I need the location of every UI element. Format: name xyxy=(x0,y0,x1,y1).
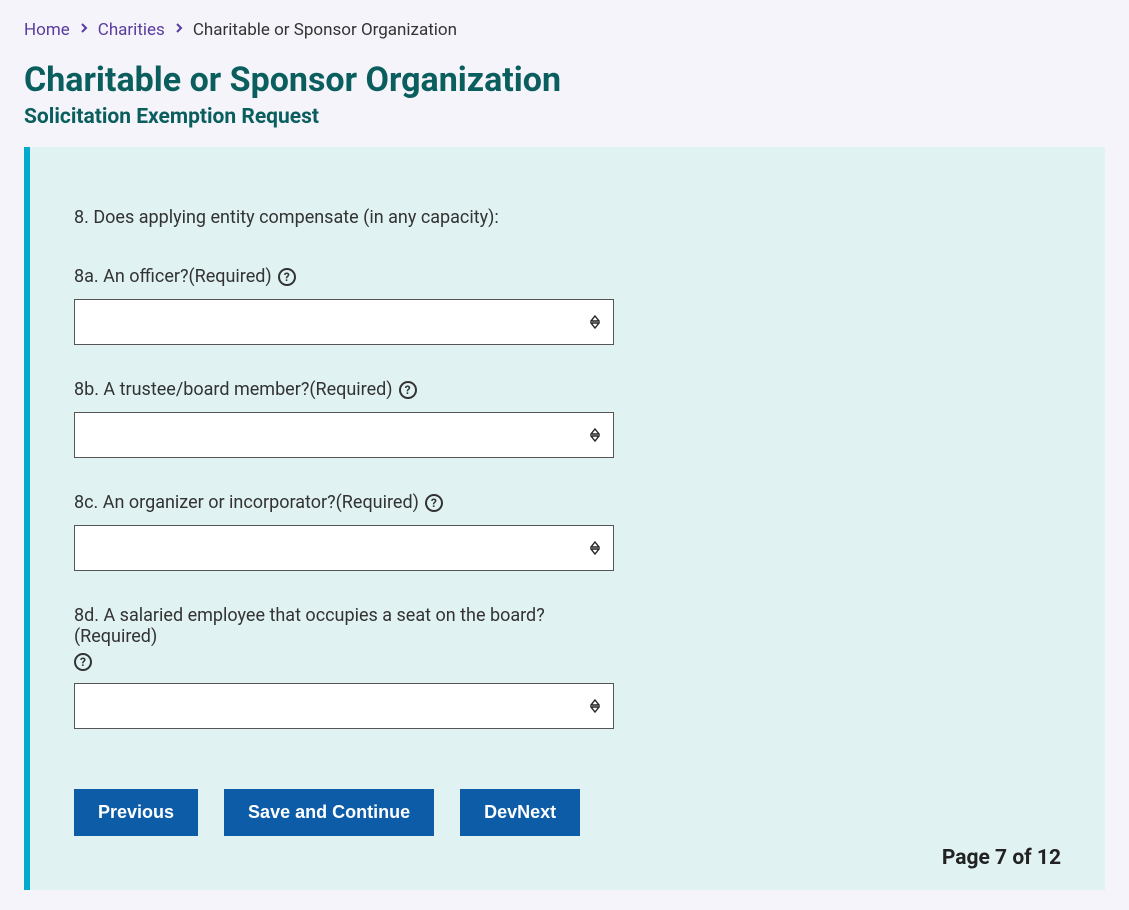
chevron-right-icon xyxy=(175,22,183,38)
label-8d: 8d. A salaried employee that occupies a … xyxy=(74,605,614,647)
previous-button[interactable]: Previous xyxy=(74,789,198,836)
label-8a: 8a. An officer?(Required) xyxy=(74,266,272,287)
select-8c[interactable] xyxy=(74,525,614,571)
select-8a[interactable] xyxy=(74,299,614,345)
page-subtitle: Solicitation Exemption Request xyxy=(24,105,1105,129)
field-8d: 8d. A salaried employee that occupies a … xyxy=(74,605,614,729)
help-icon[interactable]: ? xyxy=(425,494,443,512)
page-title: Charitable or Sponsor Organization xyxy=(24,60,1105,100)
field-8a: 8a. An officer?(Required) ? xyxy=(74,266,614,345)
breadcrumb-charities[interactable]: Charities xyxy=(98,20,165,40)
select-8d[interactable] xyxy=(74,683,614,729)
save-continue-button[interactable]: Save and Continue xyxy=(224,789,434,836)
label-8c: 8c. An organizer or incorporator?(Requir… xyxy=(74,492,419,513)
help-icon[interactable]: ? xyxy=(399,381,417,399)
field-8b: 8b. A trustee/board member?(Required) ? xyxy=(74,379,614,458)
chevron-right-icon xyxy=(80,22,88,38)
breadcrumb: Home Charities Charitable or Sponsor Org… xyxy=(24,20,1105,40)
help-icon[interactable]: ? xyxy=(74,653,92,671)
devnext-button[interactable]: DevNext xyxy=(460,789,580,836)
question-intro: 8. Does applying entity compensate (in a… xyxy=(74,207,1061,228)
form-panel: 8. Does applying entity compensate (in a… xyxy=(24,147,1105,890)
field-8c: 8c. An organizer or incorporator?(Requir… xyxy=(74,492,614,571)
label-8b: 8b. A trustee/board member?(Required) xyxy=(74,379,393,400)
select-8b[interactable] xyxy=(74,412,614,458)
button-row: Previous Save and Continue DevNext xyxy=(74,789,1061,836)
breadcrumb-home[interactable]: Home xyxy=(24,20,70,40)
help-icon[interactable]: ? xyxy=(278,268,296,286)
page-indicator: Page 7 of 12 xyxy=(74,846,1061,870)
breadcrumb-current: Charitable or Sponsor Organization xyxy=(193,20,457,40)
